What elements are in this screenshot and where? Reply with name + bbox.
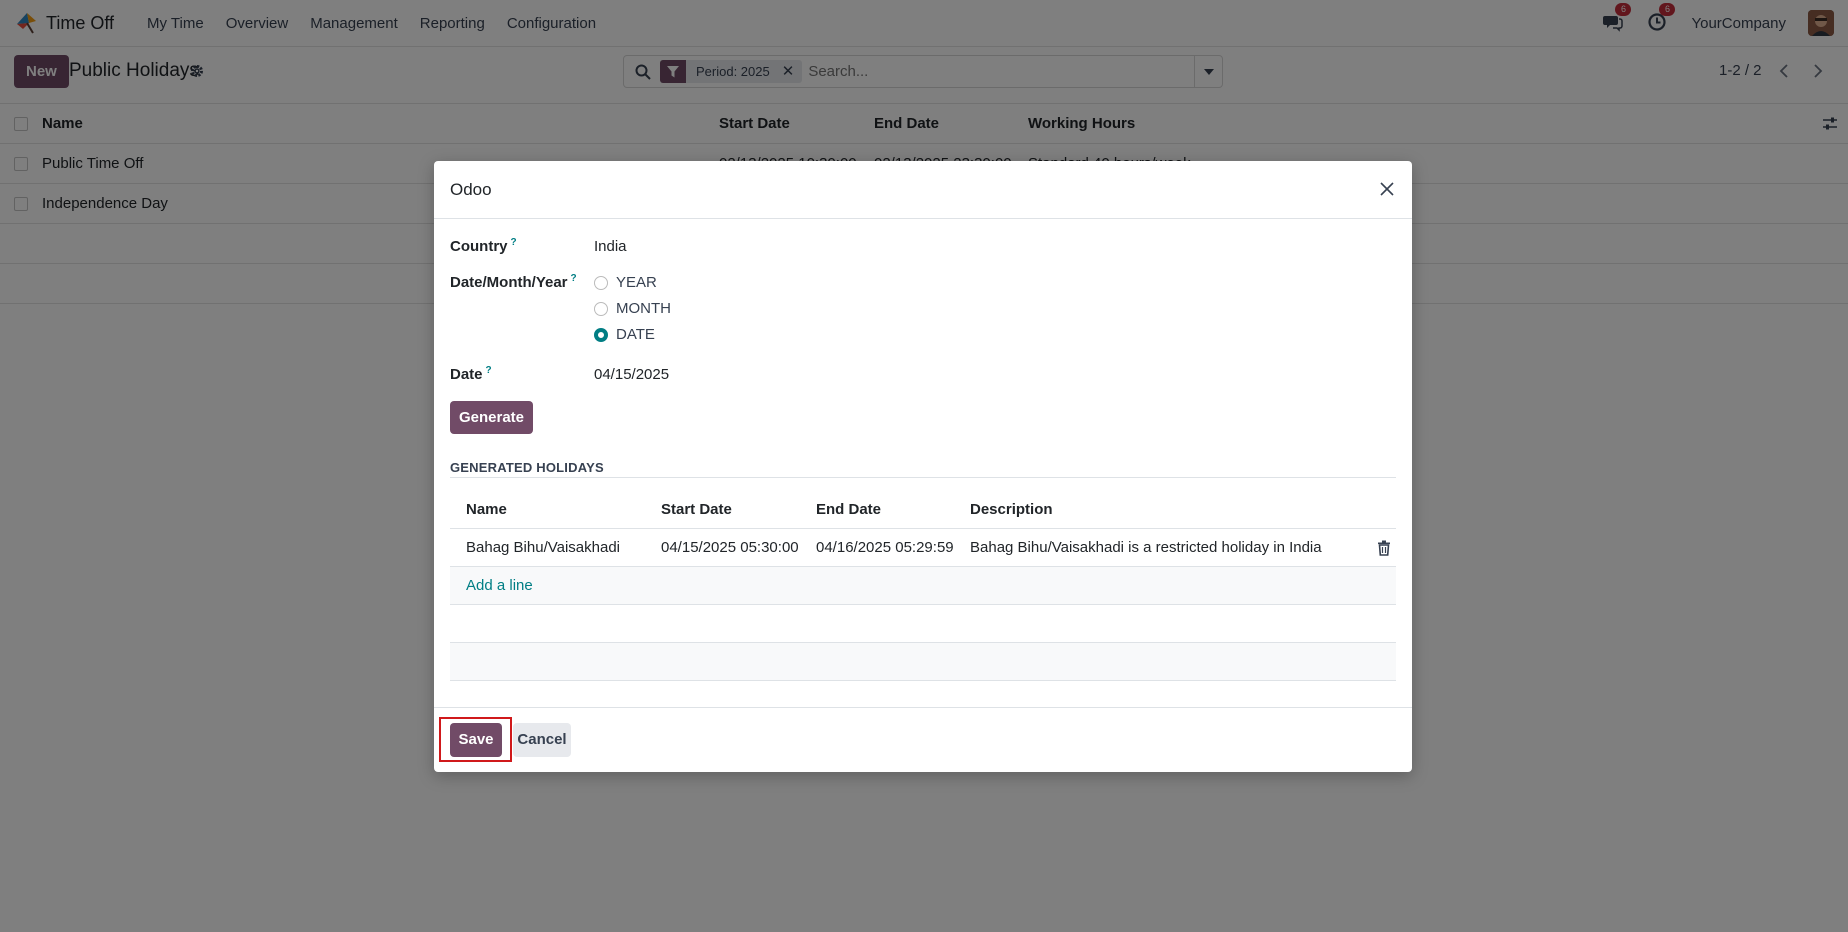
- modal-title: Odoo: [450, 180, 492, 199]
- col-description-header: Description: [970, 501, 1053, 518]
- radio-date[interactable]: DATE: [594, 326, 655, 343]
- col-start-header: Start Date: [661, 501, 732, 518]
- radio-button[interactable]: [594, 301, 608, 316]
- col-end-header: End Date: [816, 501, 882, 518]
- close-icon[interactable]: [1378, 180, 1396, 198]
- date-field[interactable]: 04/15/2025: [594, 366, 669, 383]
- date-label: Date?: [450, 365, 492, 383]
- radio-month-label: MONTH: [616, 300, 671, 317]
- radio-date-label: DATE: [616, 326, 655, 343]
- col-name-header: Name: [466, 501, 507, 518]
- country-field[interactable]: India: [594, 238, 627, 255]
- help-icon[interactable]: ?: [571, 273, 577, 284]
- add-line-row: Add a line: [450, 567, 1396, 605]
- country-label-text: Country: [450, 238, 508, 255]
- dmy-label: Date/Month/Year?: [450, 273, 577, 291]
- generate-button[interactable]: Generate: [450, 401, 533, 434]
- empty-row: [450, 605, 1396, 643]
- generate-holidays-dialog: Odoo Country? India Date/Month/Year? YEA…: [434, 161, 1412, 772]
- section-divider: [450, 477, 1396, 478]
- country-label: Country?: [450, 237, 517, 255]
- table-row[interactable]: Bahag Bihu/Vaisakhadi 04/15/2025 05:30:0…: [450, 529, 1396, 567]
- modal-header: Odoo: [434, 161, 1412, 219]
- radio-button[interactable]: [594, 275, 608, 290]
- radio-button-selected[interactable]: [594, 327, 608, 342]
- help-icon[interactable]: ?: [511, 237, 517, 248]
- date-label-text: Date: [450, 366, 483, 383]
- holiday-description[interactable]: Bahag Bihu/Vaisakhadi is a restricted ho…: [970, 539, 1322, 556]
- radio-year[interactable]: YEAR: [594, 274, 657, 291]
- radio-month[interactable]: MONTH: [594, 300, 671, 317]
- dmy-label-text: Date/Month/Year: [450, 274, 568, 291]
- section-title: GENERATED HOLIDAYS: [450, 460, 604, 475]
- cancel-button[interactable]: Cancel: [513, 723, 571, 757]
- trash-icon[interactable]: [1377, 540, 1391, 556]
- save-button[interactable]: Save: [450, 723, 502, 757]
- holiday-name[interactable]: Bahag Bihu/Vaisakhadi: [466, 539, 620, 556]
- holiday-end-date[interactable]: 04/16/2025 05:29:59: [816, 539, 954, 556]
- holidays-table-header: Name Start Date End Date Description: [450, 491, 1396, 529]
- holiday-start-date[interactable]: 04/15/2025 05:30:00: [661, 539, 799, 556]
- radio-year-label: YEAR: [616, 274, 657, 291]
- empty-row: [450, 643, 1396, 681]
- modal-footer: Save Cancel: [434, 707, 1412, 772]
- add-line-link[interactable]: Add a line: [466, 577, 533, 594]
- help-icon[interactable]: ?: [486, 365, 492, 376]
